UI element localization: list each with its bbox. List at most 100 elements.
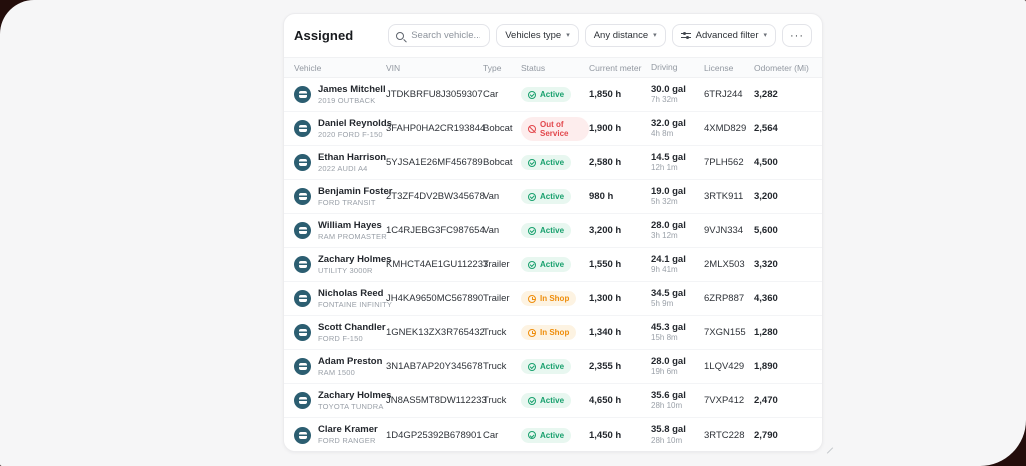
status-icon — [528, 158, 536, 167]
vehicle-avatar-icon — [294, 290, 311, 307]
table-row[interactable]: Clare Kramer FORD RANGER 1D4GP25392B6789… — [284, 418, 822, 451]
status-label: Out of Service — [540, 119, 569, 138]
column-header-license: License — [704, 62, 734, 73]
driving-cell: 14.5 gal 12h 1m — [651, 152, 704, 174]
current-meter-cell: 2,580 h — [589, 157, 622, 168]
vehicle-cell: Ethan Harrison 2022 AUDI A4 — [294, 152, 386, 173]
distance-filter-button[interactable]: Any distance ▾ — [584, 24, 666, 47]
status-label: Active — [540, 90, 565, 99]
panel-header: Assigned Vehicles type ▾ Any distance ▾ … — [284, 14, 822, 57]
vehicle-avatar-icon — [294, 426, 311, 444]
search-box[interactable] — [388, 24, 491, 47]
fuel-value: 14.5 gal — [651, 151, 686, 163]
vehicle-cell: Daniel Reynolds 2020 FORD F-150 — [294, 118, 392, 139]
page-title: Assigned — [294, 28, 354, 43]
table-row[interactable]: Nicholas Reed FONTAINE INFINITY JH4KA965… — [284, 282, 822, 316]
drive-time: 5h 9m — [651, 299, 674, 309]
vehicles-type-label: Vehicles type — [505, 30, 562, 41]
status-label: Active — [540, 362, 565, 371]
license-cell: 9VJN334 — [704, 225, 744, 236]
table-row[interactable]: Ethan Harrison 2022 AUDI A4 5YJSA1E26MF4… — [284, 146, 822, 180]
drive-time: 28h 10m — [651, 401, 683, 411]
status-cell: In Shop — [521, 291, 589, 306]
type-cell: Van — [483, 191, 500, 202]
table-row[interactable]: Daniel Reynolds 2020 FORD F-150 3FAHP0HA… — [284, 112, 822, 146]
table-row[interactable]: Adam Preston RAM 1500 3N1AB7AP20Y345678 … — [284, 350, 822, 384]
driver-name: Clare Kramer — [318, 424, 378, 436]
table-row[interactable]: Scott Chandler FORD F-150 1GNEK13ZX3R765… — [284, 316, 822, 350]
driving-cell: 35.8 gal 28h 10m — [651, 424, 704, 446]
driver-name: Nicholas Reed — [318, 287, 384, 299]
status-icon — [528, 328, 536, 337]
status-badge: Active — [521, 155, 572, 170]
fuel-value: 24.1 gal — [651, 253, 686, 265]
odometer-cell: 4,360 — [754, 293, 778, 304]
current-meter-cell: 2,355 h — [589, 361, 622, 372]
fuel-value: 30.0 gal — [651, 83, 686, 95]
status-cell: In Shop — [521, 325, 589, 340]
type-cell: Van — [483, 225, 500, 236]
vin-cell: JTDKBRFU8J3059307 — [386, 89, 483, 100]
status-cell: Active — [521, 223, 589, 238]
fuel-value: 28.0 gal — [651, 355, 686, 367]
vin-cell: 2T3ZF4DV2BW345678 — [386, 191, 485, 202]
type-cell: Trailer — [483, 293, 510, 304]
current-meter-cell: 980 h — [589, 191, 614, 202]
vehicle-model: 2022 AUDI A4 — [318, 163, 368, 173]
status-icon — [528, 431, 536, 439]
vehicle-avatar-icon — [294, 120, 311, 137]
advanced-filter-button[interactable]: Advanced filter ▾ — [671, 24, 776, 47]
odometer-cell: 3,282 — [754, 89, 778, 100]
table-row[interactable]: Benjamin Foster FORD TRANSIT 2T3ZF4DV2BW… — [284, 180, 822, 214]
driver-name: Scott Chandler — [318, 321, 386, 333]
vehicle-cell: Zachary Holmes TOYOTA TUNDRA — [294, 390, 391, 411]
status-cell: Active — [521, 189, 589, 204]
chevron-down-icon: ▾ — [653, 32, 657, 39]
status-label: In Shop — [540, 328, 570, 337]
vin-cell: 1D4GP25392B678901 — [386, 429, 482, 441]
vehicle-model: UTILITY 3000R — [318, 265, 373, 275]
type-cell: Bobcat — [483, 123, 513, 134]
table-row[interactable]: James Mitchell 2019 OUTBACK JTDKBRFU8J30… — [284, 78, 822, 112]
vin-cell: 3N1AB7AP20Y345678 — [386, 361, 483, 372]
status-badge: Active — [521, 427, 572, 443]
vin-cell: 1GNEK13ZX3R765432 — [386, 327, 485, 338]
more-options-button[interactable]: ··· — [782, 24, 812, 47]
status-icon — [528, 260, 536, 269]
vehicle-model: RAM PROMASTER — [318, 231, 387, 241]
type-cell: Truck — [483, 327, 507, 338]
current-meter-cell: 1,300 h — [589, 293, 622, 304]
vehicle-avatar-icon — [294, 392, 311, 409]
table-row[interactable]: Zachary Holmes TOYOTA TUNDRA JN8AS5MT8DW… — [284, 384, 822, 418]
vehicle-cell: William Hayes RAM PROMASTER — [294, 220, 387, 241]
drive-time: 5h 32m — [651, 197, 678, 207]
vehicle-cell: Benjamin Foster FORD TRANSIT — [294, 186, 392, 207]
type-cell: Car — [483, 89, 499, 100]
vehicle-cell: Zachary Holmes UTILITY 3000R — [294, 254, 391, 275]
assigned-vehicles-panel: Assigned Vehicles type ▾ Any distance ▾ … — [283, 13, 823, 452]
column-header-vehicle: Vehicle — [294, 62, 322, 73]
search-icon — [396, 31, 405, 40]
driving-cell: 28.0 gal 19h 6m — [651, 356, 704, 378]
driving-cell: 19.0 gal 5h 32m — [651, 186, 704, 208]
table-row[interactable]: William Hayes RAM PROMASTER 1C4RJEBG3FC9… — [284, 214, 822, 248]
current-meter-cell: 1,900 h — [589, 123, 622, 134]
license-cell: 7VXP412 — [704, 395, 745, 406]
vehicles-type-filter-button[interactable]: Vehicles type ▾ — [496, 24, 579, 47]
license-cell: 6TRJ244 — [704, 89, 743, 100]
search-input[interactable] — [409, 29, 483, 42]
current-meter-cell: 1,340 h — [589, 327, 622, 338]
status-badge: Active — [521, 359, 572, 374]
status-badge: In Shop — [521, 291, 577, 306]
status-cell: Active — [521, 257, 589, 272]
status-cell: Active — [521, 359, 589, 374]
status-cell: Active — [521, 87, 589, 102]
vehicle-model: 2020 FORD F-150 — [318, 129, 383, 139]
drive-time: 9h 41m — [651, 265, 678, 275]
table-row[interactable]: Zachary Holmes UTILITY 3000R KMHCT4AE1GU… — [284, 248, 822, 282]
table-body: James Mitchell 2019 OUTBACK JTDKBRFU8J30… — [284, 78, 822, 451]
vehicle-cell: Clare Kramer FORD RANGER — [294, 424, 386, 445]
status-icon — [528, 396, 536, 405]
table-header-row: Vehicle VIN Type Status Current meter Dr… — [284, 57, 822, 78]
license-cell: 7XGN155 — [704, 327, 746, 338]
